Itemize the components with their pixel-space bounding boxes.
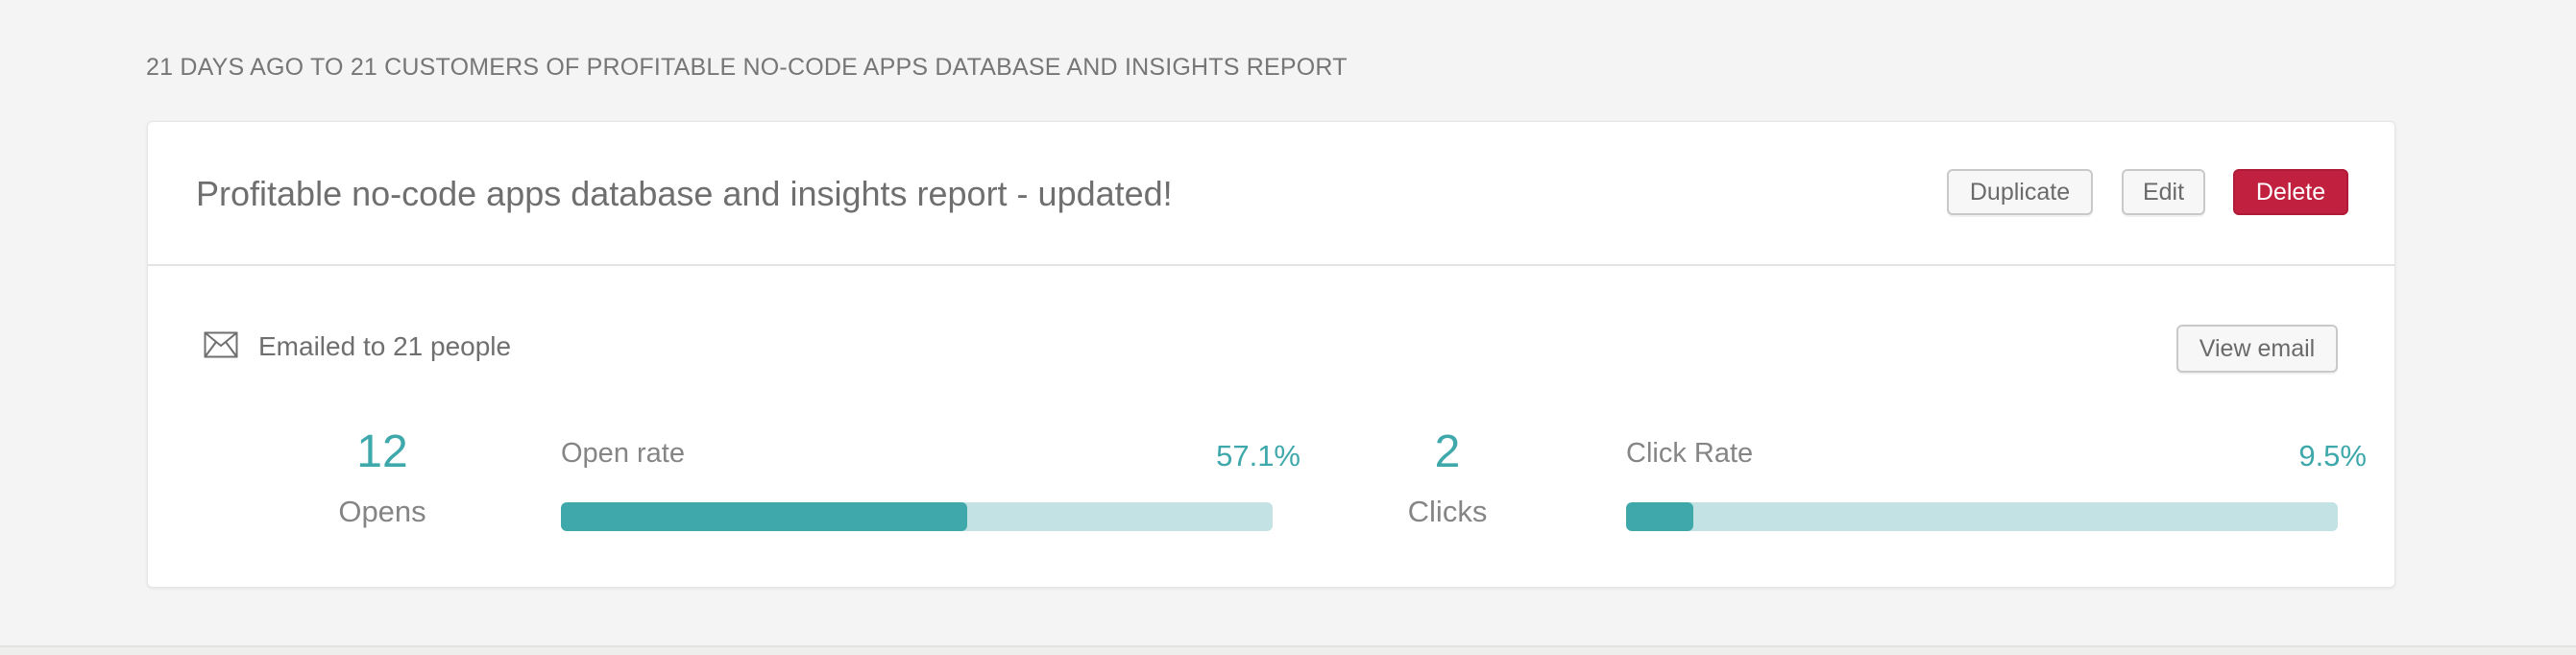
- broadcast-title: Profitable no-code apps database and ins…: [196, 174, 1173, 213]
- open-rate-bar: [561, 502, 1273, 531]
- click-rate-label: Click Rate: [1626, 438, 1754, 469]
- delete-button[interactable]: Delete: [2233, 169, 2348, 215]
- emailed-count-text: Emailed to 21 people: [258, 331, 512, 361]
- open-rate-label: Open rate: [561, 438, 685, 469]
- section-heading: 21 DAYS AGO TO 21 CUSTOMERS OF PROFITABL…: [146, 54, 1348, 81]
- envelope-icon: [204, 331, 238, 358]
- click-rate-bar: [1626, 502, 2338, 531]
- open-rate-value: 57.1%: [1216, 439, 1300, 473]
- duplicate-button[interactable]: Duplicate: [1947, 169, 2093, 215]
- broadcast-card: Profitable no-code apps database and ins…: [147, 121, 2395, 588]
- opens-count: 12: [356, 426, 408, 477]
- opens-label: Opens: [338, 495, 426, 528]
- view-email-button[interactable]: View email: [2176, 325, 2338, 373]
- clicks-label: Clicks: [1407, 495, 1488, 528]
- card-header: Profitable no-code apps database and ins…: [148, 122, 2394, 266]
- page-footer-divider: [0, 645, 2576, 655]
- open-rate-bar-fill: [561, 502, 968, 531]
- click-rate-value: 9.5%: [2298, 439, 2367, 473]
- click-rate-bar-fill: [1626, 502, 1694, 531]
- edit-button[interactable]: Edit: [2122, 169, 2205, 215]
- clicks-count: 2: [1434, 426, 1461, 477]
